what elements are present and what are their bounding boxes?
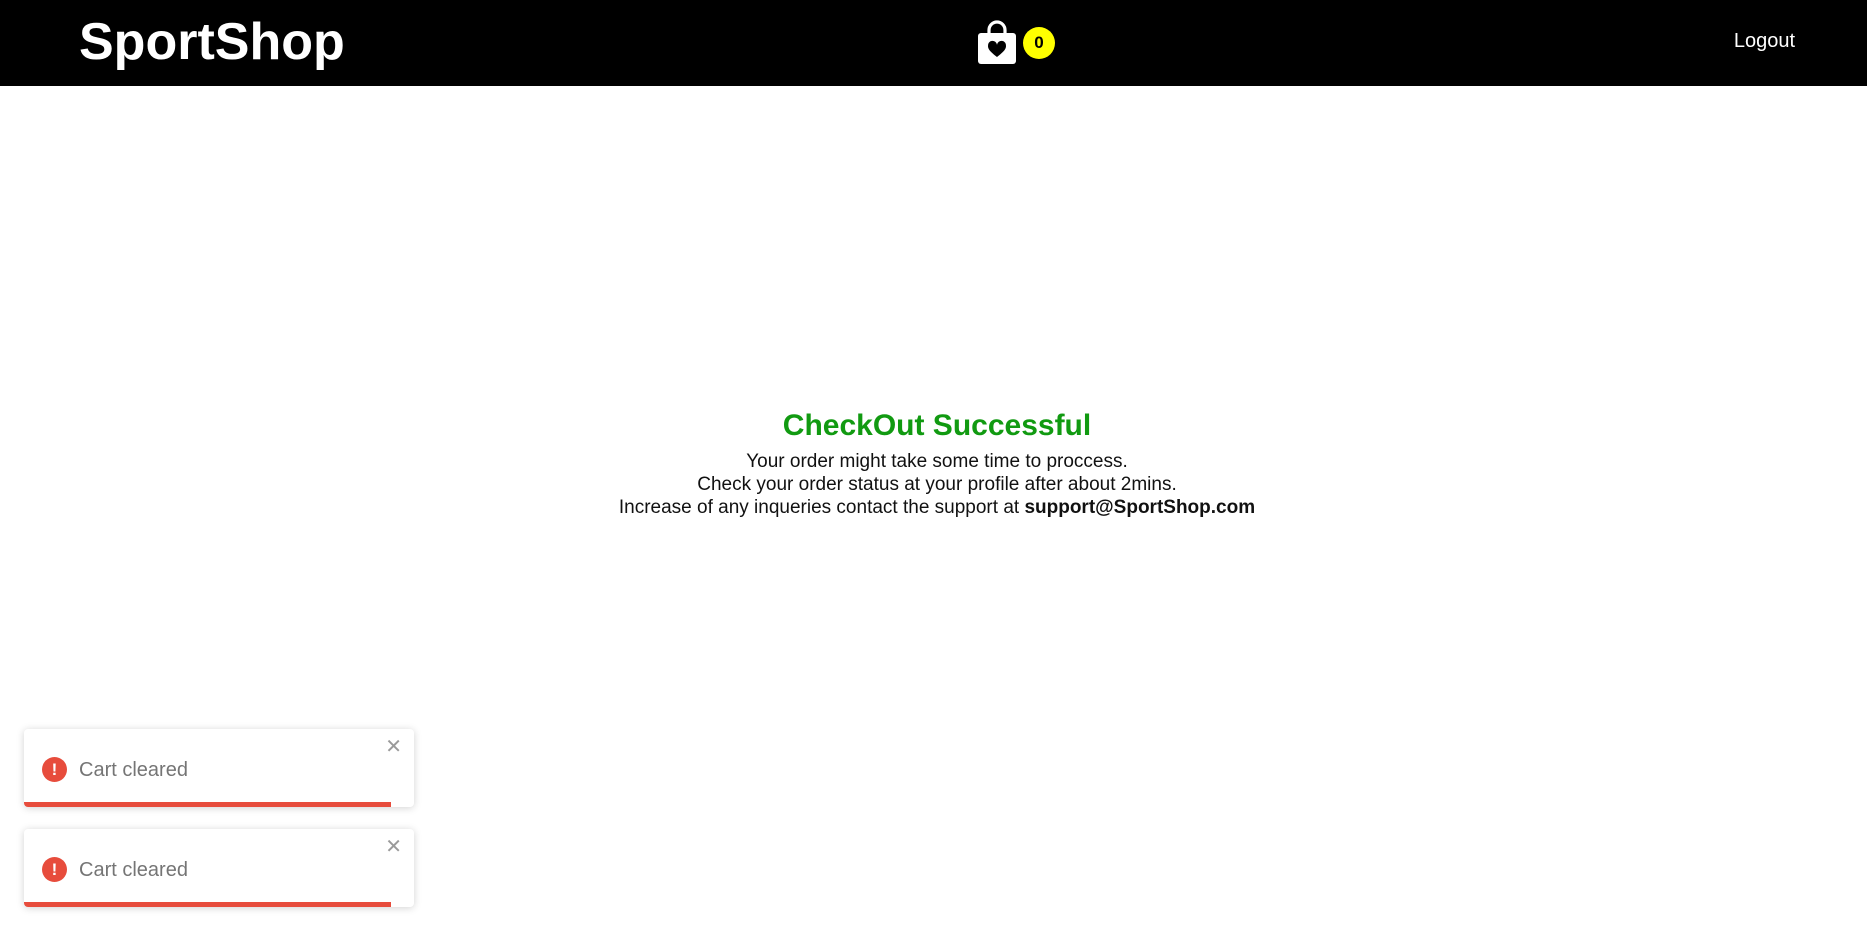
- support-email[interactable]: support@SportShop.com: [1024, 497, 1255, 518]
- logout-link[interactable]: Logout: [1734, 28, 1795, 54]
- toast-progress-bar: [24, 902, 391, 907]
- support-contact-text: Increase of any inqueries contact the su…: [0, 496, 1867, 519]
- error-icon: !: [42, 757, 67, 782]
- toast-progress-bar: [24, 802, 391, 807]
- toast-notification: ! Cart cleared ✕: [24, 729, 414, 807]
- brand-logo[interactable]: SportShop: [79, 10, 345, 74]
- toast-notification: ! Cart cleared ✕: [24, 829, 414, 907]
- support-contact-prefix: Increase of any inqueries contact the su…: [618, 497, 1025, 518]
- order-status-text: Check your order status at your profile …: [697, 474, 1177, 495]
- top-navbar: SportShop 0 Logout: [0, 0, 1867, 86]
- close-icon[interactable]: ✕: [385, 737, 402, 757]
- toast-message: Cart cleared: [79, 859, 188, 881]
- toast-message: Cart cleared: [79, 759, 188, 781]
- cart-count-badge: 0: [1023, 27, 1055, 59]
- cart-button[interactable]: 0: [973, 18, 1073, 70]
- checkout-confirmation: CheckOut Successful Your order might tak…: [0, 406, 1867, 519]
- checkout-success-title: CheckOut Successful: [782, 409, 1092, 442]
- close-icon[interactable]: ✕: [385, 837, 402, 857]
- error-icon: !: [42, 857, 67, 882]
- order-processing-text: Your order might take some time to procc…: [746, 451, 1128, 472]
- shopping-bag-heart-icon: [978, 20, 1016, 64]
